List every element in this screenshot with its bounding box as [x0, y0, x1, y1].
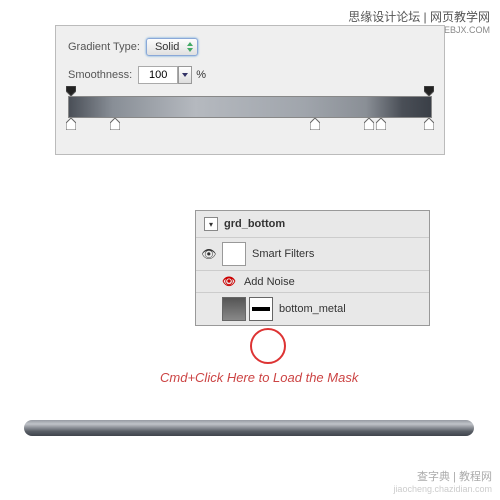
- smoothness-input-group: [138, 66, 192, 84]
- layer-thumbnail[interactable]: [222, 297, 246, 321]
- gradient-bar-container: [68, 96, 432, 118]
- percent-label: %: [196, 69, 206, 81]
- smoothness-field[interactable]: [138, 66, 178, 84]
- gradient-type-value: Solid: [155, 41, 179, 53]
- opacity-stop[interactable]: [66, 86, 76, 96]
- bottom-metal-row[interactable]: bottom_metal: [196, 293, 429, 325]
- footer-text: 查字典 | 教程网: [393, 468, 492, 484]
- annotation-text: Cmd+Click Here to Load the Mask: [160, 370, 358, 385]
- color-stop[interactable]: [66, 118, 76, 130]
- opacity-stop[interactable]: [424, 86, 434, 96]
- footer-attribution: 查字典 | 教程网 jiaocheng.chazidian.com: [393, 468, 492, 494]
- color-stop[interactable]: [310, 118, 320, 130]
- annotation-circle: [250, 328, 286, 364]
- color-stop[interactable]: [110, 118, 120, 130]
- add-noise-row[interactable]: 👁 Add Noise: [196, 271, 429, 293]
- filter-mask-thumb[interactable]: [222, 242, 246, 266]
- gradient-type-row: Gradient Type: Solid: [68, 38, 432, 56]
- color-stop[interactable]: [376, 118, 386, 130]
- gradient-preview-bar[interactable]: [68, 96, 432, 118]
- layer-collapse-toggle[interactable]: ▾: [204, 217, 218, 231]
- smoothness-label: Smoothness:: [68, 69, 132, 81]
- color-stop[interactable]: [424, 118, 434, 130]
- smoothness-row: Smoothness: %: [68, 66, 432, 84]
- add-noise-label: Add Noise: [244, 276, 295, 288]
- smoothness-stepper[interactable]: [178, 66, 192, 84]
- visibility-eye-icon[interactable]: 👁: [222, 275, 236, 288]
- smart-filters-row[interactable]: 👁 Smart Filters: [196, 238, 429, 271]
- layer-group-header[interactable]: ▾ grd_bottom: [196, 211, 429, 238]
- layer-mask-thumbnail[interactable]: [249, 297, 273, 321]
- layers-panel: ▾ grd_bottom 👁 Smart Filters 👁 Add Noise…: [195, 210, 430, 326]
- visibility-eye-icon[interactable]: 👁: [200, 245, 218, 263]
- chevron-down-icon: [182, 73, 188, 77]
- color-stop[interactable]: [364, 118, 374, 130]
- smart-filters-label: Smart Filters: [252, 248, 314, 260]
- gradient-editor-panel: Gradient Type: Solid Smoothness: %: [55, 25, 445, 155]
- header-top: 思缘设计论坛 | 网页教学网: [348, 8, 490, 25]
- metal-bar-result: [24, 420, 474, 436]
- gradient-type-label: Gradient Type:: [68, 41, 140, 53]
- mask-content: [252, 307, 270, 311]
- bottom-metal-label: bottom_metal: [279, 303, 346, 315]
- footer-url: jiaocheng.chazidian.com: [393, 484, 492, 494]
- layer-group-name: grd_bottom: [224, 218, 285, 230]
- gradient-type-dropdown[interactable]: Solid: [146, 38, 198, 56]
